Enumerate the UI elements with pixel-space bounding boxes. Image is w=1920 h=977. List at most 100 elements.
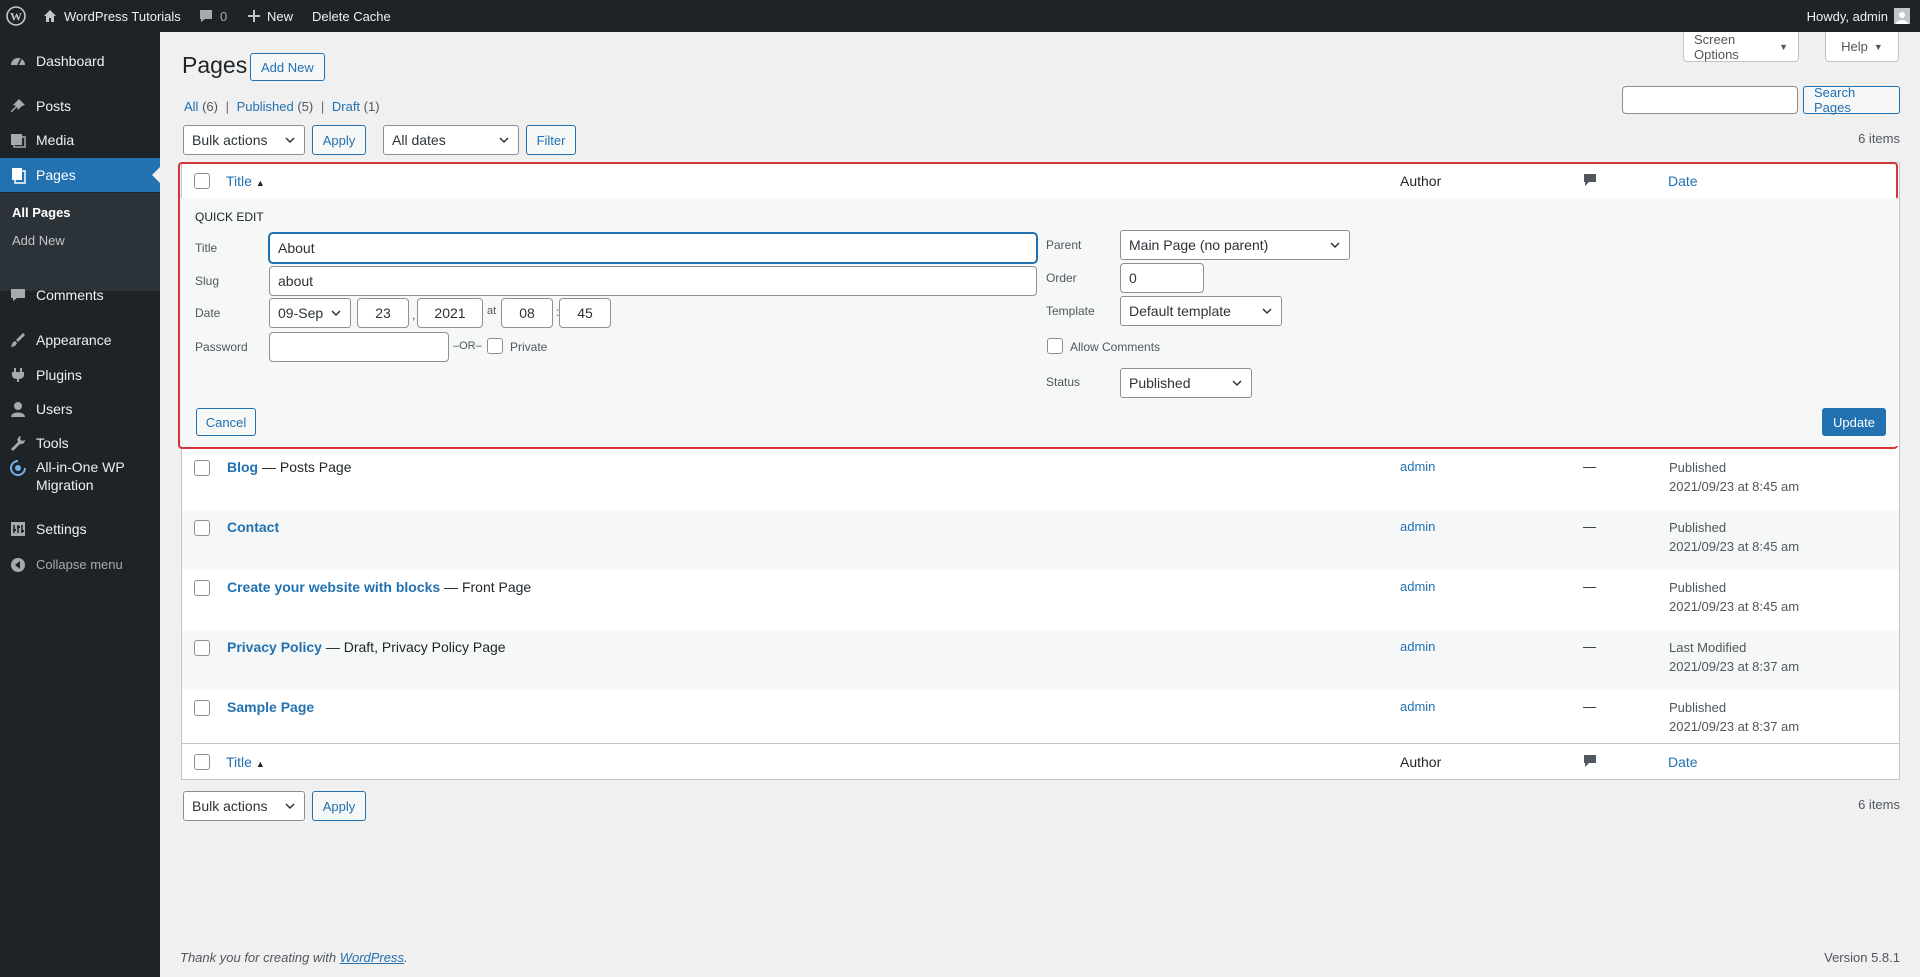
table-row: Sample Page admin — Published 2021/09/23 … [182, 690, 1899, 750]
bulk-actions-select[interactable]: Bulk actions [183, 125, 305, 155]
row-checkbox[interactable] [194, 580, 210, 596]
collapse-menu-button[interactable]: Collapse menu [0, 548, 160, 582]
comments-link[interactable]: 0 [198, 0, 227, 32]
submenu-add-new[interactable]: Add New [12, 233, 65, 248]
dates-select[interactable]: All dates [383, 125, 519, 155]
template-select[interactable]: Default template [1120, 296, 1282, 326]
row-title-link[interactable]: Privacy Policy [227, 639, 322, 655]
row-author-link[interactable]: admin [1400, 519, 1435, 534]
filter-draft-count: (1) [363, 99, 380, 114]
year-input[interactable]: 2021 [417, 298, 483, 328]
parent-value: Main Page (no parent) [1129, 237, 1269, 253]
search-input[interactable] [1622, 86, 1798, 114]
menu-all-in-one-wp-migration[interactable]: All-in-One WP Migration [0, 453, 160, 499]
title-label: Title [195, 241, 218, 255]
row-checkbox[interactable] [194, 520, 210, 536]
new-content-link[interactable]: New [247, 0, 293, 32]
filter-published[interactable]: Published (5) [237, 99, 314, 114]
date-column-footer[interactable]: Date [1668, 754, 1698, 770]
row-title-link[interactable]: Create your website with blocks [227, 579, 440, 595]
row-author-link[interactable]: admin [1400, 639, 1435, 654]
menu-label: Pages [36, 167, 76, 183]
table-row: Privacy Policy — Draft, Privacy Policy P… [182, 630, 1899, 690]
day-input[interactable]: 23 [357, 298, 409, 328]
menu-pages[interactable]: Pages [0, 158, 160, 192]
screen-options-button[interactable]: Screen Options ▼ [1683, 32, 1799, 62]
apply-button[interactable]: Apply [312, 125, 366, 155]
slug-input[interactable]: about [269, 266, 1037, 296]
filter-button[interactable]: Filter [526, 125, 576, 155]
menu-settings[interactable]: Settings [0, 512, 160, 546]
menu-comments[interactable]: Comments [0, 278, 160, 312]
chevron-down-icon [1262, 308, 1272, 315]
row-date: Published 2021/09/23 at 8:45 am [1669, 578, 1799, 616]
menu-label: Media [36, 132, 75, 148]
add-new-button[interactable]: Add New [250, 53, 325, 81]
filter-all[interactable]: All (6) [184, 99, 218, 114]
submenu-all-pages[interactable]: All Pages [12, 205, 71, 220]
table-row: Create your website with blocks — Front … [182, 570, 1899, 630]
row-author-link[interactable]: admin [1400, 699, 1435, 714]
wordpress-link[interactable]: WordPress [340, 950, 404, 965]
order-input[interactable]: 0 [1120, 263, 1204, 293]
menu-plugins[interactable]: Plugins [0, 358, 160, 392]
apply-button-bottom[interactable]: Apply [312, 791, 366, 821]
password-input[interactable] [269, 332, 449, 362]
hour-input[interactable]: 08 [501, 298, 553, 328]
site-name-link[interactable]: WordPress Tutorials [42, 0, 181, 32]
comments-column-footer-icon[interactable] [1583, 754, 1597, 771]
settings-icon [0, 520, 36, 538]
menu-appearance[interactable]: Appearance [0, 323, 160, 357]
allow-comments-label: Allow Comments [1070, 340, 1161, 354]
version-text: Version 5.8.1 [1824, 950, 1900, 965]
chevron-down-icon [1232, 380, 1242, 387]
row-date: Last Modified 2021/09/23 at 8:37 am [1669, 638, 1799, 676]
update-button[interactable]: Update [1822, 408, 1886, 436]
row-title-link[interactable]: Blog [227, 459, 258, 475]
status-label: Status [1046, 375, 1081, 389]
bulk-actions-select-bottom[interactable]: Bulk actions [183, 791, 305, 821]
menu-dashboard[interactable]: Dashboard [0, 44, 160, 78]
status-select[interactable]: Published [1120, 368, 1252, 398]
allow-comments-checkbox[interactable] [1047, 338, 1063, 354]
home-icon [42, 8, 58, 24]
menu-label: Users [36, 401, 73, 417]
user-icon [0, 400, 36, 418]
row-title-link[interactable]: Sample Page [227, 699, 314, 715]
cancel-button[interactable]: Cancel [196, 408, 256, 436]
row-author-link[interactable]: admin [1400, 459, 1435, 474]
select-all-footer-checkbox[interactable] [194, 754, 210, 770]
row-date: Published 2021/09/23 at 8:37 am [1669, 698, 1799, 736]
chevron-down-icon [285, 803, 295, 810]
title-column-footer[interactable]: Title ▲ [226, 754, 265, 770]
wordpress-logo-icon[interactable]: W [6, 0, 26, 32]
row-checkbox[interactable] [194, 460, 210, 476]
date-label: Date [195, 306, 221, 320]
row-checkbox[interactable] [194, 640, 210, 656]
menu-posts[interactable]: Posts [0, 89, 160, 123]
title-input[interactable]: About [269, 233, 1037, 263]
status-filters: All (6) | Published (5) | Draft (1) [184, 99, 380, 114]
minute-input[interactable]: 45 [559, 298, 611, 328]
month-select[interactable]: 09-Sep [269, 298, 351, 328]
private-checkbox[interactable] [487, 338, 503, 354]
my-account[interactable]: Howdy, admin [1807, 0, 1910, 32]
row-author-link[interactable]: admin [1400, 579, 1435, 594]
filter-published-label: Published [236, 99, 294, 114]
separator: | [320, 99, 325, 114]
delete-cache-link[interactable]: Delete Cache [312, 0, 391, 32]
help-button[interactable]: Help ▼ [1825, 32, 1899, 62]
filter-draft[interactable]: Draft (1) [332, 99, 380, 114]
row-comments: — [1583, 579, 1596, 594]
row-title-link[interactable]: Contact [227, 519, 279, 535]
search-pages-button[interactable]: Search Pages [1803, 85, 1900, 115]
menu-users[interactable]: Users [0, 392, 160, 426]
row-state: — Front Page [440, 579, 532, 595]
menu-media[interactable]: Media [0, 123, 160, 157]
parent-select[interactable]: Main Page (no parent) [1120, 230, 1350, 260]
row-title-cell: Blog — Posts Page [227, 459, 352, 475]
quick-edit-panel: QUICK EDIT Title About Slug about Date 0… [181, 198, 1898, 446]
row-state: — Draft, Privacy Policy Page [321, 639, 506, 655]
row-checkbox[interactable] [194, 700, 210, 716]
row-title-cell: Sample Page [227, 699, 314, 715]
